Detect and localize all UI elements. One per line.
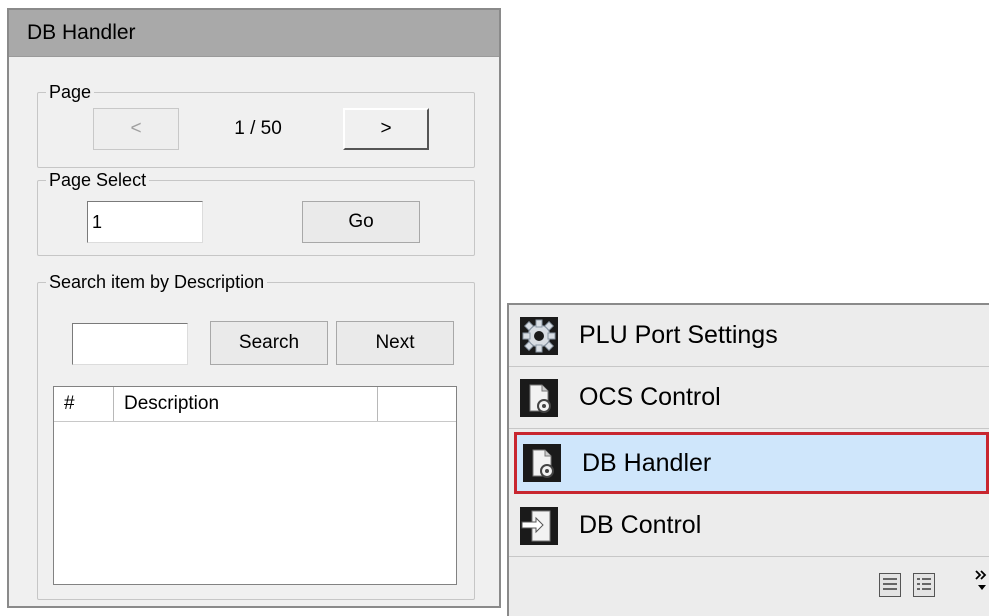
go-button[interactable]: Go <box>302 201 420 243</box>
nav-item-db-handler[interactable]: DB Handler <box>514 432 989 494</box>
search-button[interactable]: Search <box>210 321 328 365</box>
panel-title: DB Handler <box>9 10 499 57</box>
navigation-menu: PLU Port Settings OCS Control DB Handler <box>507 303 989 616</box>
nav-item-label: PLU Port Settings <box>579 321 778 349</box>
listview-header: # Description <box>54 387 456 422</box>
large-view-icon[interactable] <box>879 573 901 597</box>
nav-item-db-control[interactable]: DB Control <box>509 495 989 557</box>
page-group-legend: Page <box>46 81 95 103</box>
nav-item-ocs-control[interactable]: OCS Control <box>509 367 989 429</box>
nav-footer-bar <box>509 560 989 616</box>
previous-page-button[interactable]: < <box>93 108 179 150</box>
document-gear-icon <box>520 378 558 417</box>
nav-item-label: DB Handler <box>582 448 712 477</box>
page-select-group: Page Select 1 Go <box>37 169 475 256</box>
list-view-icon[interactable] <box>913 573 935 597</box>
results-listview[interactable]: # Description <box>53 386 457 585</box>
overflow-chevron-icon[interactable] <box>975 568 989 594</box>
next-page-button[interactable]: > <box>343 108 429 150</box>
column-header-description[interactable]: Description <box>114 387 378 421</box>
document-gear-icon <box>523 444 561 482</box>
page-group: Page < 1 / 50 > <box>37 81 475 168</box>
page-indicator: 1 / 50 <box>234 118 282 139</box>
db-handler-panel: DB Handler Page < 1 / 50 > Page Select 1… <box>7 8 501 608</box>
column-header-number[interactable]: # <box>54 387 114 421</box>
search-group: Search item by Description Search Next #… <box>37 271 475 600</box>
find-next-button[interactable]: Next <box>336 321 454 365</box>
nav-item-plu-port-settings[interactable]: PLU Port Settings <box>509 305 989 367</box>
search-input[interactable] <box>72 323 188 365</box>
gear-icon <box>520 316 558 355</box>
search-group-legend: Search item by Description <box>46 271 268 293</box>
page-select-legend: Page Select <box>46 169 150 191</box>
nav-item-label: DB Control <box>579 511 702 539</box>
column-header-extra[interactable] <box>378 387 456 421</box>
nav-item-label: OCS Control <box>579 383 721 411</box>
document-arrow-icon <box>520 506 558 545</box>
page-number-input[interactable]: 1 <box>87 201 203 243</box>
